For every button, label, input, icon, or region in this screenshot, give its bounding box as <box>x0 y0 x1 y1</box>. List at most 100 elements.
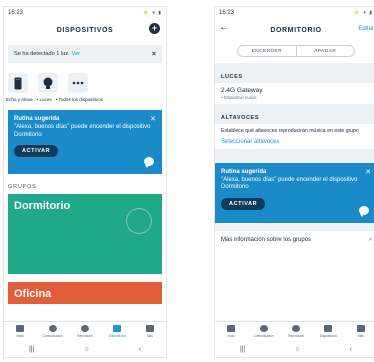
play-icon <box>81 325 90 332</box>
recent-apps-button[interactable]: ||| <box>29 346 34 353</box>
status-icons: ⚡ ▾ ▮ <box>142 10 162 16</box>
add-device-button[interactable]: + <box>149 23 160 34</box>
tab-home[interactable]: Inicio <box>4 322 36 341</box>
routine-title: Rutina sugerida <box>221 168 267 175</box>
tab-communication[interactable]: Comunicación <box>247 322 279 341</box>
routine-title: Rutina sugerida <box>14 116 60 122</box>
page-title: DISPOSITIVOS <box>56 26 114 34</box>
category-label-all: • Todos los dispositivos <box>55 97 103 102</box>
tab-home[interactable]: Inicio <box>215 322 247 341</box>
tab-label: Más <box>146 334 153 338</box>
menu-icon <box>145 325 154 332</box>
recent-apps-button[interactable]: ||| <box>240 346 245 353</box>
group-card-dormitorio[interactable]: Dormitorio <box>8 194 162 274</box>
chat-icon <box>259 325 268 332</box>
back-arrow-icon[interactable]: ← <box>219 22 229 33</box>
category-labels: Echo y Alexa • Luces • Todos los disposi… <box>4 97 166 102</box>
speakers-description: Establece qué altavoces reproducirán mús… <box>221 128 359 134</box>
category-lights[interactable] <box>38 73 58 93</box>
group-card-oficina[interactable]: Oficina <box>8 282 162 304</box>
chevron-right-icon: › <box>369 236 371 243</box>
notice-close-icon[interactable]: × <box>152 51 156 58</box>
more-icon <box>68 73 88 93</box>
bottom-tab-bar: Inicio Comunicación Reproducir Dispositi… <box>215 321 374 341</box>
status-time: 16:23 <box>219 10 235 16</box>
home-icon <box>16 325 25 332</box>
lights-section-header: LUCES <box>215 71 374 83</box>
status-bar: 16:23 ⚡ ▾ ▮ <box>215 7 374 19</box>
groups-title: GRUPOS <box>8 184 37 190</box>
group-name: Oficina <box>14 288 52 300</box>
routine-close-icon[interactable]: ✕ <box>150 115 156 123</box>
turn-off-button[interactable]: APAGAR <box>295 46 355 56</box>
section-divider <box>215 63 374 71</box>
home-icon <box>227 325 236 332</box>
category-echo-alexa[interactable] <box>8 73 28 93</box>
group-header: ← DORMITORIO Editar <box>215 19 374 41</box>
tab-play[interactable]: Reproducir <box>280 322 312 341</box>
bulb-icon <box>38 73 58 93</box>
tab-label: Más <box>357 334 364 338</box>
speakers-section-header: ALTAVOCES <box>215 112 374 124</box>
suggested-routine-card: Rutina sugerida "Alexa, buenos días" pue… <box>8 110 162 174</box>
edit-link[interactable]: Editar <box>358 26 374 32</box>
chat-icon <box>48 325 57 332</box>
group-detail-screen: 16:23 ⚡ ▾ ▮ ← DORMITORIO Editar ENCENDER… <box>214 6 374 358</box>
tab-devices[interactable]: Dispositivos <box>312 322 344 341</box>
tab-communication[interactable]: Comunicación <box>36 322 68 341</box>
home-button[interactable]: ○ <box>295 346 299 353</box>
tab-more[interactable]: Más <box>345 322 374 341</box>
echo-icon <box>8 73 28 93</box>
select-speakers-link[interactable]: Seleccionar altavoces <box>221 139 371 145</box>
section-divider <box>215 104 374 112</box>
activate-button[interactable]: ACTIVAR <box>14 145 59 157</box>
tab-label: Dispositivos <box>108 334 126 338</box>
more-info-groups-row[interactable]: Más información sobre los grupos › <box>215 230 374 249</box>
turn-on-button[interactable]: ENCENDER <box>238 46 296 56</box>
home-button[interactable]: ○ <box>84 346 88 353</box>
devices-screen: 16:23 ⚡ ▾ ▮ DISPOSITIVOS + Se ha detecta… <box>3 6 167 358</box>
devices-icon <box>113 325 122 332</box>
suggested-routine-card: Rutina sugerida "Alexa, buenos días" pue… <box>215 162 374 223</box>
back-button[interactable]: ‹ <box>350 346 352 353</box>
device-row-gateway[interactable]: 2.4G Gateway • Dispositivo nuevo <box>215 83 374 104</box>
page-title: DORMITORIO <box>270 26 322 34</box>
tab-more[interactable]: Más <box>134 322 166 341</box>
devices-header: DISPOSITIVOS + <box>4 19 166 41</box>
tab-label: Comunicación <box>253 334 274 338</box>
device-name: 2.4G Gateway <box>221 87 263 94</box>
menu-icon <box>356 325 365 332</box>
devices-icon <box>324 325 333 332</box>
section-divider <box>215 148 374 163</box>
play-icon <box>292 325 301 332</box>
tab-label: Inicio <box>16 334 24 338</box>
tab-label: Comunicación <box>42 334 63 338</box>
tab-devices[interactable]: Dispositivos <box>101 322 133 341</box>
device-status: • Dispositivo nuevo <box>221 95 257 100</box>
power-segmented-control: ENCENDER APAGAR <box>237 45 355 57</box>
plant-icon <box>126 208 152 234</box>
light-detected-notice: Se ha detectado 1 luz. Ver × <box>8 45 162 63</box>
tab-label: Reproducir <box>77 334 93 338</box>
activate-button[interactable]: ACTIVAR <box>221 197 266 210</box>
speakers-row: Establece qué altavoces reproducirán mús… <box>215 124 374 149</box>
category-all-devices[interactable] <box>68 73 88 93</box>
notice-view-link[interactable]: Ver <box>72 51 80 57</box>
tab-label: Inicio <box>227 334 235 338</box>
tab-play[interactable]: Reproducir <box>69 322 101 341</box>
group-name: Dormitorio <box>14 200 71 212</box>
notice-text: Se ha detectado 1 luz. <box>14 51 70 57</box>
section-divider <box>215 222 374 231</box>
device-categories <box>4 73 166 93</box>
bottom-tab-bar: Inicio Comunicación Reproducir Dispositi… <box>4 321 166 341</box>
back-button[interactable]: ‹ <box>139 346 141 353</box>
android-nav-bar: ||| ○ ‹ <box>215 341 374 357</box>
tab-label: Reproducir <box>288 334 304 338</box>
status-icons: ⚡ ▾ ▮ <box>353 10 373 16</box>
android-nav-bar: ||| ○ ‹ <box>4 341 166 357</box>
routine-close-icon[interactable]: ✕ <box>365 168 371 176</box>
speech-bubble-icon <box>144 157 154 168</box>
routine-text: "Alexa, buenos días" puede encender el d… <box>221 176 358 191</box>
status-time: 16:23 <box>8 10 24 16</box>
speech-bubble-icon <box>359 205 369 217</box>
